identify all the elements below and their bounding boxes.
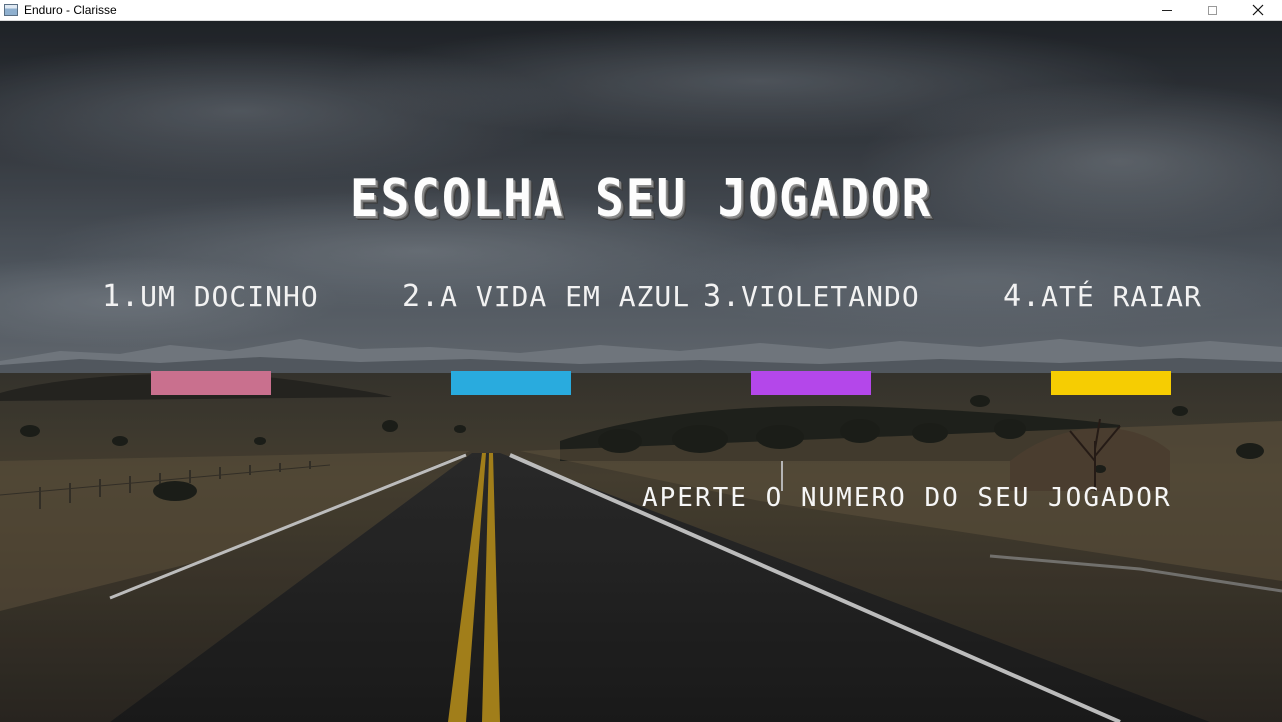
title-bar: Enduro - Clarisse — [0, 0, 1282, 21]
game-window: Enduro - Clarisse ESCOLHA SEU JOGADOR 1.… — [0, 0, 1282, 722]
close-button[interactable] — [1235, 0, 1281, 20]
minimize-icon — [1162, 9, 1172, 11]
maximize-button[interactable] — [1189, 0, 1235, 20]
player-option-2-color-swatch[interactable] — [451, 371, 571, 395]
player-option-2-label[interactable]: 2.A vida em azul — [402, 279, 690, 314]
minimize-button[interactable] — [1144, 0, 1190, 20]
maximize-icon — [1207, 5, 1217, 15]
player-option-4-label[interactable]: 4.Até raiar — [1003, 279, 1202, 314]
window-title: Enduro - Clarisse — [24, 3, 117, 17]
player-option-3-color-swatch[interactable] — [751, 371, 871, 395]
player-option-4-color-swatch[interactable] — [1051, 371, 1171, 395]
close-icon — [1252, 4, 1264, 16]
page-title: Escolha seu jogador — [349, 169, 933, 229]
player-option-1-label[interactable]: 1.Um docinho — [102, 279, 319, 314]
player-option-3-label[interactable]: 3.Violetando — [703, 279, 920, 314]
player-option-1-color-swatch[interactable] — [151, 371, 271, 395]
instruction-prompt: Aperte o numero do seu jogador — [642, 483, 1172, 513]
game-viewport: Escolha seu jogador 1.Um docinho 2.A vid… — [0, 21, 1282, 722]
app-icon — [4, 4, 18, 16]
